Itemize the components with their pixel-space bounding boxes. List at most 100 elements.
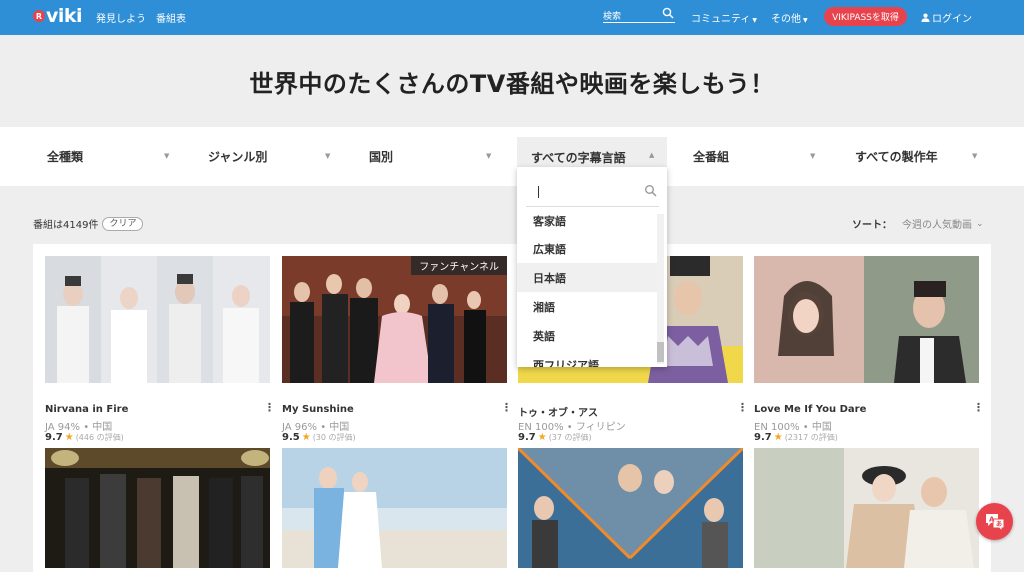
rating-count: (37 の評価) — [548, 433, 592, 442]
language-option[interactable]: 広東語 — [517, 234, 657, 263]
chevron-down-icon: ⌄ — [976, 218, 984, 229]
show-thumbnail[interactable] — [45, 256, 270, 383]
filter-label: 国別 — [369, 150, 394, 164]
more-options-icon[interactable]: ⋮ — [973, 402, 984, 414]
show-thumbnail[interactable]: ファンチャンネル — [282, 256, 507, 383]
subtitle-language-button[interactable]: A あ — [976, 503, 1013, 540]
logo-text: viki — [46, 5, 83, 27]
more-options-icon[interactable]: ⋮ — [737, 402, 748, 414]
user-icon — [921, 13, 930, 22]
language-list: 客家語 広東語 日本語 湘語 英語 西フリジア語 — [517, 208, 657, 367]
show-thumbnail[interactable] — [282, 448, 507, 568]
filter-label: すべての製作年 — [855, 150, 938, 164]
fan-channel-badge: ファンチャンネル — [411, 256, 507, 275]
chevron-down-icon: ▼ — [752, 17, 758, 24]
translate-chat-icon: A あ — [985, 513, 1004, 532]
other-label: その他 — [771, 14, 801, 25]
show-rating: 9.7 ★ (37 の評価) — [518, 432, 592, 443]
star-icon: ★ — [64, 432, 74, 443]
more-options-icon[interactable]: ⋮ — [264, 402, 275, 414]
filter-type[interactable]: 全種類 ▼ — [33, 127, 181, 186]
rating-value: 9.5 — [282, 432, 300, 443]
svg-text:A: A — [989, 515, 995, 523]
hero-banner: 世界中のたくさんのTV番組や映画を楽しもう！ — [0, 35, 1024, 127]
search-icon[interactable] — [662, 7, 674, 19]
chevron-down-icon: ▼ — [810, 152, 816, 160]
search-icon[interactable] — [644, 184, 657, 197]
hero-title: 世界中のたくさんのTV番組や映画を楽しもう！ — [249, 69, 775, 98]
svg-text:あ: あ — [996, 520, 1002, 528]
show-title[interactable]: Nirvana in Fire — [45, 404, 128, 415]
filter-label: すべての字幕言語 — [531, 150, 626, 165]
filter-country[interactable]: 国別 ▼ — [355, 127, 503, 186]
language-option[interactable]: 湘語 — [517, 292, 657, 321]
subtitle-language-dropdown: 客家語 広東語 日本語 湘語 英語 西フリジア語 — [517, 167, 667, 367]
show-meta: EN 100% • 中国 — [754, 422, 832, 433]
show-title[interactable]: トゥ・オブ・アス — [518, 404, 598, 419]
nav-link-schedule[interactable]: 番組表 — [156, 10, 186, 25]
chevron-down-icon: ▼ — [803, 17, 808, 24]
chevron-up-icon: ▲ — [649, 151, 655, 159]
language-search-input[interactable] — [526, 175, 659, 207]
star-icon: ★ — [773, 432, 783, 443]
language-option[interactable]: 英語 — [517, 321, 657, 350]
login-label: ログイン — [932, 14, 972, 25]
show-meta: EN 100% • フィリピン — [518, 422, 626, 433]
sort-value[interactable]: 今週の人気動画 — [902, 216, 972, 231]
text-cursor — [538, 186, 539, 198]
viki-logo[interactable]: R viki — [33, 5, 83, 27]
dropdown-scrollbar[interactable] — [657, 214, 664, 364]
clear-filters-button[interactable]: クリア — [102, 216, 144, 231]
search-input[interactable]: 検索 — [603, 6, 675, 23]
vikipass-button[interactable]: VIKIPASSを取得 — [824, 7, 907, 26]
show-title[interactable]: Love Me If You Dare — [754, 404, 866, 415]
chevron-down-icon: ▼ — [486, 152, 492, 160]
search-label: 検索 — [603, 12, 622, 22]
filter-bar: 全種類 ▼ ジャンル別 ▼ 国別 ▼ すべての字幕言語 ▲ 全番組 ▼ すべての… — [0, 127, 1024, 186]
community-label: コミュニティ — [691, 14, 751, 25]
show-thumbnail[interactable] — [754, 448, 979, 568]
sort-control[interactable]: ソート： 今週の人気動画 ⌄ — [852, 216, 984, 232]
results-count-row: 番組は4149件 クリア — [33, 216, 144, 231]
results-count: 番組は4149件 — [33, 220, 99, 231]
filter-label: 全番組 — [693, 150, 730, 164]
filter-label: ジャンル別 — [208, 150, 268, 164]
rating-value: 9.7 — [754, 432, 772, 443]
show-rating: 9.7 ★ (446 の評価) — [45, 432, 124, 443]
other-menu[interactable]: その他 ▼ — [771, 10, 808, 25]
show-thumbnail[interactable] — [518, 448, 743, 568]
star-icon: ★ — [301, 432, 311, 443]
rating-value: 9.7 — [45, 432, 63, 443]
star-icon: ★ — [537, 432, 547, 443]
language-option[interactable]: 日本語 — [517, 263, 657, 292]
rating-value: 9.7 — [518, 432, 536, 443]
show-title[interactable]: My Sunshine — [282, 404, 354, 415]
language-option[interactable]: 客家語 — [517, 208, 657, 234]
shows-grid: Nirvana in Fire JA 94% • 中国 9.7 ★ (446 の… — [33, 244, 991, 572]
show-thumbnail[interactable] — [45, 448, 270, 568]
rating-count: (30 の評価) — [312, 433, 356, 442]
sort-label: ソート： — [852, 220, 892, 231]
language-option[interactable]: 西フリジア語 — [517, 350, 657, 368]
scrollbar-thumb[interactable] — [657, 342, 664, 362]
filter-genre[interactable]: ジャンル別 ▼ — [194, 127, 342, 186]
show-rating: 9.7 ★ (2317 の評価) — [754, 432, 838, 443]
more-options-icon[interactable]: ⋮ — [501, 402, 512, 414]
filter-year[interactable]: すべての製作年 ▼ — [841, 127, 989, 186]
nav-link-discover[interactable]: 発見しよう — [96, 10, 146, 25]
logo-badge: R — [33, 10, 45, 22]
chevron-down-icon: ▼ — [164, 152, 170, 160]
community-menu[interactable]: コミュニティ ▼ — [691, 10, 757, 25]
login-link[interactable]: ログイン — [921, 10, 972, 25]
show-meta: JA 96% • 中国 — [282, 422, 350, 433]
chevron-down-icon: ▼ — [972, 152, 978, 160]
chevron-down-icon: ▼ — [325, 152, 331, 160]
filter-shows[interactable]: 全番組 ▼ — [679, 127, 827, 186]
top-navbar: R viki 発見しよう 番組表 検索 コミュニティ ▼ その他 ▼ VIKIPAS… — [0, 0, 1024, 35]
rating-count: (2317 の評価) — [784, 433, 838, 442]
show-rating: 9.5 ★ (30 の評価) — [282, 432, 356, 443]
show-thumbnail[interactable] — [754, 256, 979, 383]
filter-label: 全種類 — [47, 150, 84, 164]
show-meta: JA 94% • 中国 — [45, 422, 113, 433]
rating-count: (446 の評価) — [75, 433, 124, 442]
